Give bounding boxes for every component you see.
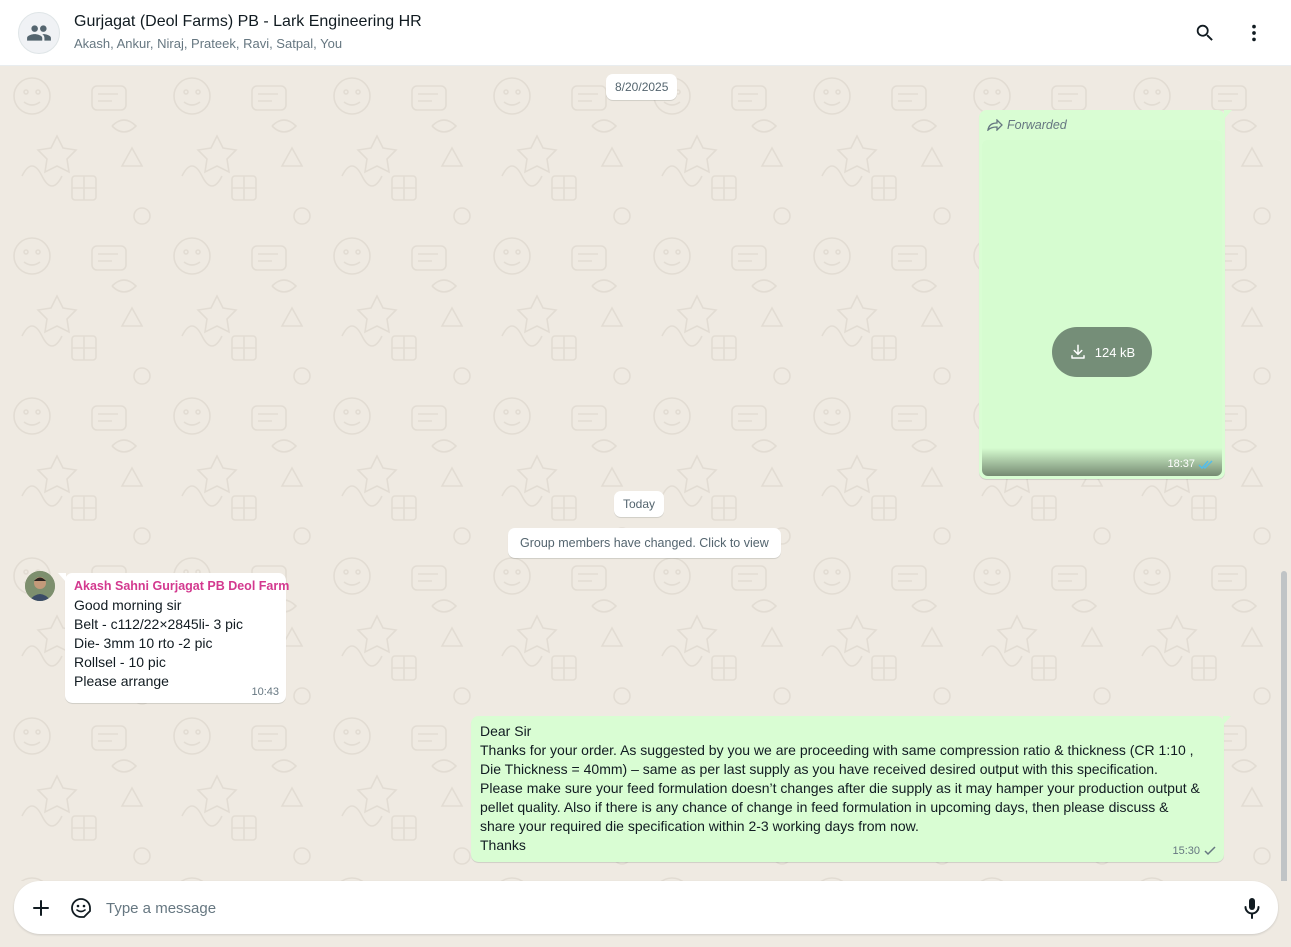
- message-line: Die- 3mm 10 rto -2 pic: [74, 635, 213, 651]
- forwarded-label: Forwarded: [987, 118, 1067, 132]
- message-line: Die Thickness = 40mm) – same as per last…: [480, 761, 1158, 777]
- search-icon[interactable]: [1189, 17, 1221, 49]
- forwarded-text: Forwarded: [1007, 118, 1067, 132]
- group-avatar-icon[interactable]: [18, 12, 60, 54]
- file-size: 124 kB: [1094, 344, 1136, 360]
- message-line: Thanks for your order. As suggested by y…: [480, 742, 1194, 758]
- message-meta: 18:37: [1167, 458, 1214, 470]
- message-line: Rollsel - 10 pic: [74, 654, 166, 670]
- group-change-notice[interactable]: Group members have changed. Click to vie…: [508, 528, 781, 558]
- single-check-icon: [1204, 846, 1216, 856]
- date-divider-today: Today: [614, 491, 665, 517]
- document-preview[interactable]: 124 kB 18:37: [982, 140, 1222, 476]
- message-line: Belt - c112/22×2845li- 3 pic: [74, 616, 244, 632]
- forward-icon: [987, 119, 1003, 131]
- document-message[interactable]: Forwarded 124 kB 18:37: [979, 110, 1232, 479]
- chat-header[interactable]: Gurjagat (Deol Farms) PB - Lark Engineer…: [0, 0, 1291, 66]
- chat-title[interactable]: Gurjagat (Deol Farms) PB - Lark Engineer…: [74, 13, 422, 31]
- more-vertical-icon[interactable]: [1238, 17, 1270, 49]
- message-input[interactable]: [106, 895, 1216, 921]
- message-line: Good morning sir: [74, 597, 182, 613]
- message-time: 15:30: [1172, 845, 1200, 857]
- date-divider: 8/20/2025: [606, 74, 678, 100]
- message-line: Thanks: [480, 837, 526, 853]
- microphone-icon[interactable]: [1236, 892, 1268, 924]
- sender-avatar[interactable]: [25, 571, 55, 601]
- message-line: Please arrange: [74, 673, 169, 689]
- incoming-message[interactable]: Akash Sahni Gurjagat PB Deol Farm Good m…: [58, 573, 289, 703]
- message-time: 18:37: [1167, 458, 1195, 470]
- outgoing-message[interactable]: Dear Sir Thanks for your order. As sugge…: [471, 716, 1231, 862]
- sender-name[interactable]: Akash Sahni Gurjagat PB Deol Farm: [74, 579, 289, 593]
- plus-icon[interactable]: [25, 892, 57, 924]
- sticker-icon[interactable]: [65, 892, 97, 924]
- message-meta: 15:30: [1172, 845, 1216, 857]
- message-line: Please make sure your feed formulation d…: [480, 780, 1200, 796]
- message-composer[interactable]: [14, 881, 1278, 934]
- message-time: 10:43: [251, 686, 279, 698]
- chat-members[interactable]: Akash, Ankur, Niraj, Prateek, Ravi, Satp…: [74, 36, 342, 51]
- message-line: share your required die specification wi…: [480, 818, 919, 834]
- message-line: pellet quality. Also if there is any cha…: [480, 799, 1169, 815]
- download-button[interactable]: 124 kB: [1052, 327, 1152, 377]
- chat-scrollbar[interactable]: [1281, 571, 1287, 881]
- chat-area[interactable]: 8/20/2025 Forwarded 124 kB 18:37 Today G…: [2, 66, 1289, 881]
- message-line: Dear Sir: [480, 723, 532, 739]
- double-check-icon: [1198, 459, 1213, 469]
- download-icon: [1071, 344, 1085, 359]
